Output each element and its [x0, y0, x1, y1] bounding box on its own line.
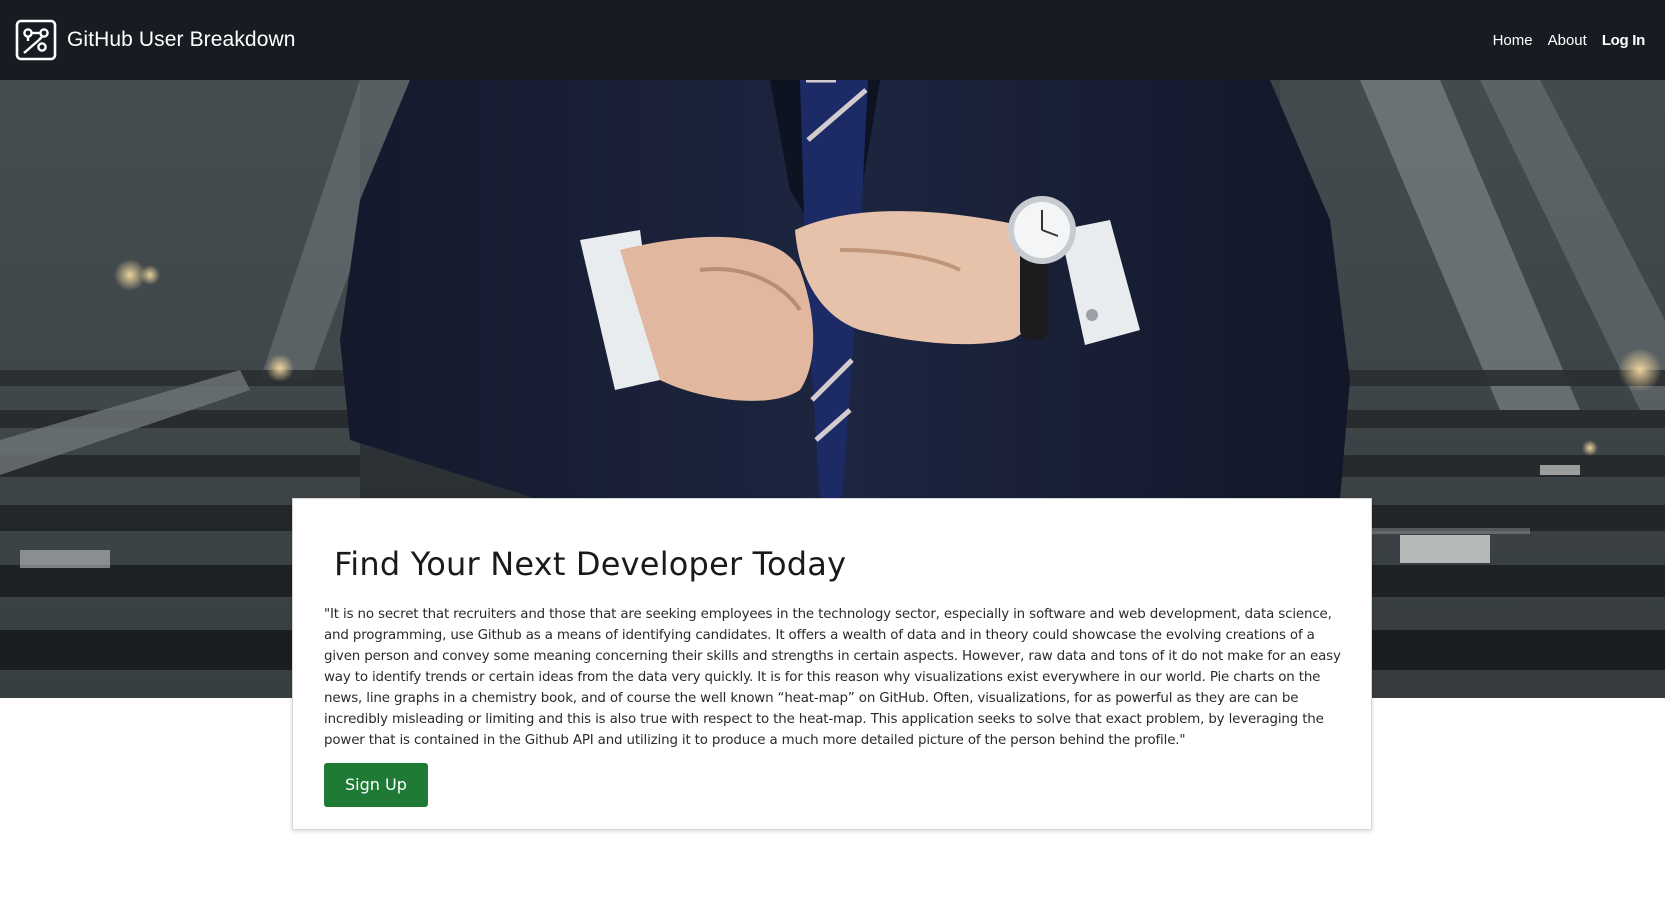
sign-up-button[interactable]: Sign Up: [324, 763, 428, 807]
brand-title: GitHub User Breakdown: [67, 28, 296, 51]
intro-card: Find Your Next Developer Today "It is no…: [292, 498, 1372, 830]
nav-about-link[interactable]: About: [1548, 32, 1587, 49]
page-title: Find Your Next Developer Today: [334, 545, 847, 583]
brand-link[interactable]: GitHub User Breakdown: [15, 19, 296, 61]
nav-links: Home About Log In: [1493, 32, 1646, 49]
top-navbar: GitHub User Breakdown Home About Log In: [0, 0, 1665, 80]
nav-home-link[interactable]: Home: [1493, 32, 1533, 49]
intro-paragraph: "It is no secret that recruiters and tho…: [324, 607, 1341, 748]
nav-login-link[interactable]: Log In: [1602, 32, 1645, 49]
network-graph-icon: [15, 19, 57, 61]
